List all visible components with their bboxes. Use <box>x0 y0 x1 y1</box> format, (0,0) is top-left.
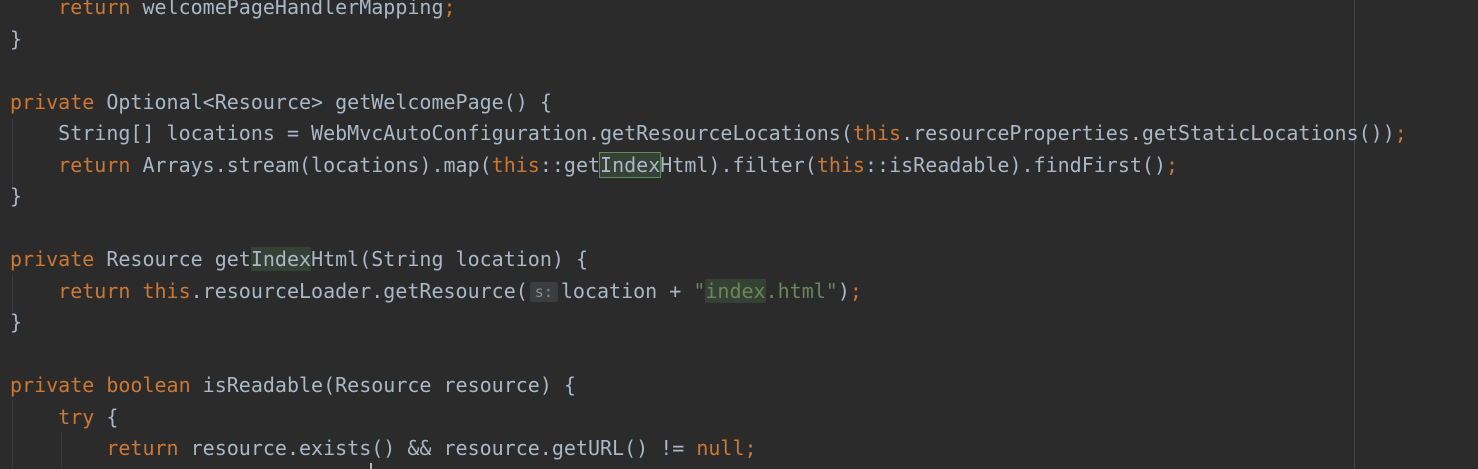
right-margin-guide <box>1354 0 1355 469</box>
text-caret <box>370 463 372 469</box>
keyword-token: private <box>10 89 95 114</box>
keyword-token: ; <box>1394 121 1407 145</box>
keyword-token: this <box>491 152 540 177</box>
code-token: Html).filter( <box>660 152 817 177</box>
keyword-token: return <box>58 0 131 19</box>
keyword-token: ; <box>1166 152 1179 177</box>
code-token: } <box>10 310 23 334</box>
code-line[interactable]: } <box>10 181 22 212</box>
keyword-token: try <box>58 404 95 429</box>
search-match: Index <box>250 247 312 271</box>
code-line[interactable]: try { <box>10 402 118 433</box>
string-token: " <box>693 278 706 303</box>
code-token: Optional<Resource> getWelcomePage() { <box>94 89 552 114</box>
code-line[interactable]: private Resource getIndexHtml(String loc… <box>10 244 588 275</box>
code-line[interactable]: } <box>10 307 22 338</box>
keyword-token: return <box>58 278 131 303</box>
search-match: Index <box>599 151 662 178</box>
search-match: index <box>705 278 766 303</box>
keyword-token: private <box>10 247 95 271</box>
code-token: Resource get <box>94 247 251 271</box>
keyword-token: return <box>106 436 179 460</box>
keyword-token: boolean <box>106 373 191 397</box>
code-token: ::get <box>539 152 601 177</box>
code-token: .resourceLoader.getResource( <box>190 278 528 303</box>
code-token: Arrays.stream(locations).map( <box>130 152 492 177</box>
code-token: } <box>10 184 23 208</box>
code-token: String[] locations = WebMvcAutoConfigura… <box>58 121 853 145</box>
code-editor[interactable]: return welcomePageHandlerMapping;} privat… <box>0 0 1478 469</box>
keyword-token: private <box>10 373 95 397</box>
code-line[interactable]: return resource.exists() && resource.get… <box>10 433 757 464</box>
code-line[interactable]: return Arrays.stream(locations).map(this… <box>10 150 1178 181</box>
code-token: welcomePageHandlerMapping <box>130 0 444 19</box>
code-token: Html(String location) { <box>311 247 589 271</box>
keyword-token: this <box>852 121 902 145</box>
keyword-token: ; <box>744 436 757 460</box>
code-token: { <box>94 404 119 429</box>
keyword-token: this <box>142 278 191 303</box>
keyword-token: null <box>696 436 745 460</box>
code-token: ::isReadable).findFirst() <box>864 152 1167 177</box>
code-token: .resourceProperties.getStaticLocations()… <box>901 121 1395 145</box>
code-line[interactable]: private boolean isReadable(Resource reso… <box>10 370 576 401</box>
parameter-hint: s: <box>529 282 558 302</box>
string-token: .html" <box>765 278 838 303</box>
keyword-token: return <box>58 152 131 177</box>
code-line[interactable]: return this.resourceLoader.getResource(s… <box>10 276 862 307</box>
code-line[interactable]: String[] locations = WebMvcAutoConfigura… <box>10 118 1407 149</box>
code-line[interactable]: } <box>10 24 22 55</box>
keyword-token: ; <box>443 0 456 19</box>
code-token: } <box>10 26 23 51</box>
code-token: ) <box>837 278 850 303</box>
code-token: resource.exists() && resource.getURL() !… <box>178 436 697 460</box>
code-line[interactable]: return welcomePageHandlerMapping; <box>10 0 456 23</box>
code-token: location + <box>560 278 694 303</box>
keyword-token: ; <box>849 278 862 303</box>
keyword-token: this <box>816 152 865 177</box>
code-token: isReadable(Resource resource) { <box>190 373 576 397</box>
code-line[interactable]: private Optional<Resource> getWelcomePag… <box>10 87 552 118</box>
